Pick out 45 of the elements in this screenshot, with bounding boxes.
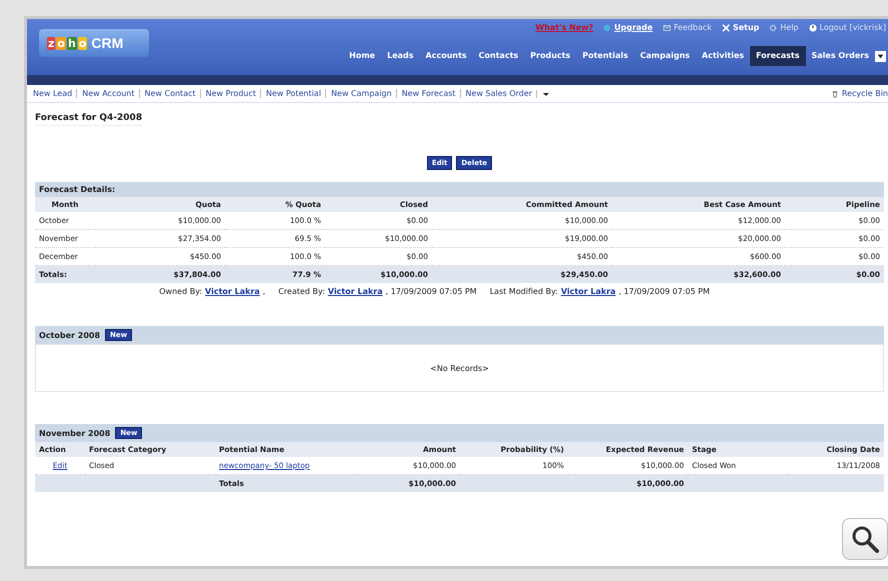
search-icon xyxy=(850,524,880,554)
trash-icon xyxy=(830,90,839,98)
page-title: Forecast for Q4-2008 xyxy=(35,113,142,126)
audit-label: Owned By: xyxy=(159,287,202,296)
empty-message: <No Records> xyxy=(430,364,489,372)
user-link[interactable]: Victor Lakra xyxy=(560,287,616,296)
user-link[interactable]: Victor Lakra xyxy=(328,287,383,296)
section-title: November 2008 xyxy=(39,428,110,438)
audit-label: Created By: xyxy=(278,287,325,296)
audit-text: , 17/09/2009 07:05 PM xyxy=(386,287,477,296)
quick-create-link[interactable]: New Account xyxy=(76,89,135,98)
nav-tab[interactable]: Leads xyxy=(381,46,420,66)
envelope-icon xyxy=(662,24,671,32)
coin-icon xyxy=(603,24,612,32)
nav-tab[interactable]: Home xyxy=(343,46,382,66)
nav-tab[interactable]: Forecasts xyxy=(750,46,806,66)
caret-icon[interactable] xyxy=(536,90,550,98)
quick-create-link[interactable]: New Potential xyxy=(260,89,322,98)
quick-create-link[interactable]: New Contact xyxy=(138,89,196,98)
nav-tab[interactable]: Campaigns xyxy=(634,46,696,66)
nav-tab[interactable]: Products xyxy=(524,46,576,66)
user-link[interactable]: Victor Lakra xyxy=(205,287,260,296)
quick-create-link[interactable]: New Forecast xyxy=(396,89,456,98)
quick-create-link[interactable]: New Lead xyxy=(33,89,72,98)
dropdown-icon[interactable] xyxy=(875,50,886,62)
audit-text: , 17/09/2009 07:05 PM xyxy=(618,287,710,296)
zoom-button[interactable] xyxy=(842,518,888,560)
section-header: Forecast Details: xyxy=(35,182,884,197)
header-link[interactable]: Setup xyxy=(722,23,760,32)
nav-tab[interactable]: Potentials xyxy=(576,46,634,66)
audit-text: , xyxy=(262,287,266,296)
quick-create-link[interactable]: New Sales Order xyxy=(460,89,532,98)
audit-label: Last Modified By: xyxy=(490,287,558,296)
gear-icon xyxy=(769,24,778,32)
section-title: October 2008 xyxy=(39,330,100,340)
tools-icon xyxy=(722,24,730,32)
nav-tab[interactable]: Accounts xyxy=(420,46,473,66)
nav-tab[interactable]: Contacts xyxy=(472,46,524,66)
power-icon xyxy=(808,24,817,32)
quick-create-link[interactable]: New Product xyxy=(200,89,256,98)
header-link[interactable]: Upgrade xyxy=(603,23,653,32)
nav-tab[interactable]: Activities xyxy=(696,46,750,66)
quick-create-link[interactable]: New Campaign xyxy=(325,89,392,98)
nav-tab[interactable]: Sales Orders xyxy=(806,46,875,66)
recycle-bin-link[interactable]: Recycle Bin xyxy=(830,89,888,98)
